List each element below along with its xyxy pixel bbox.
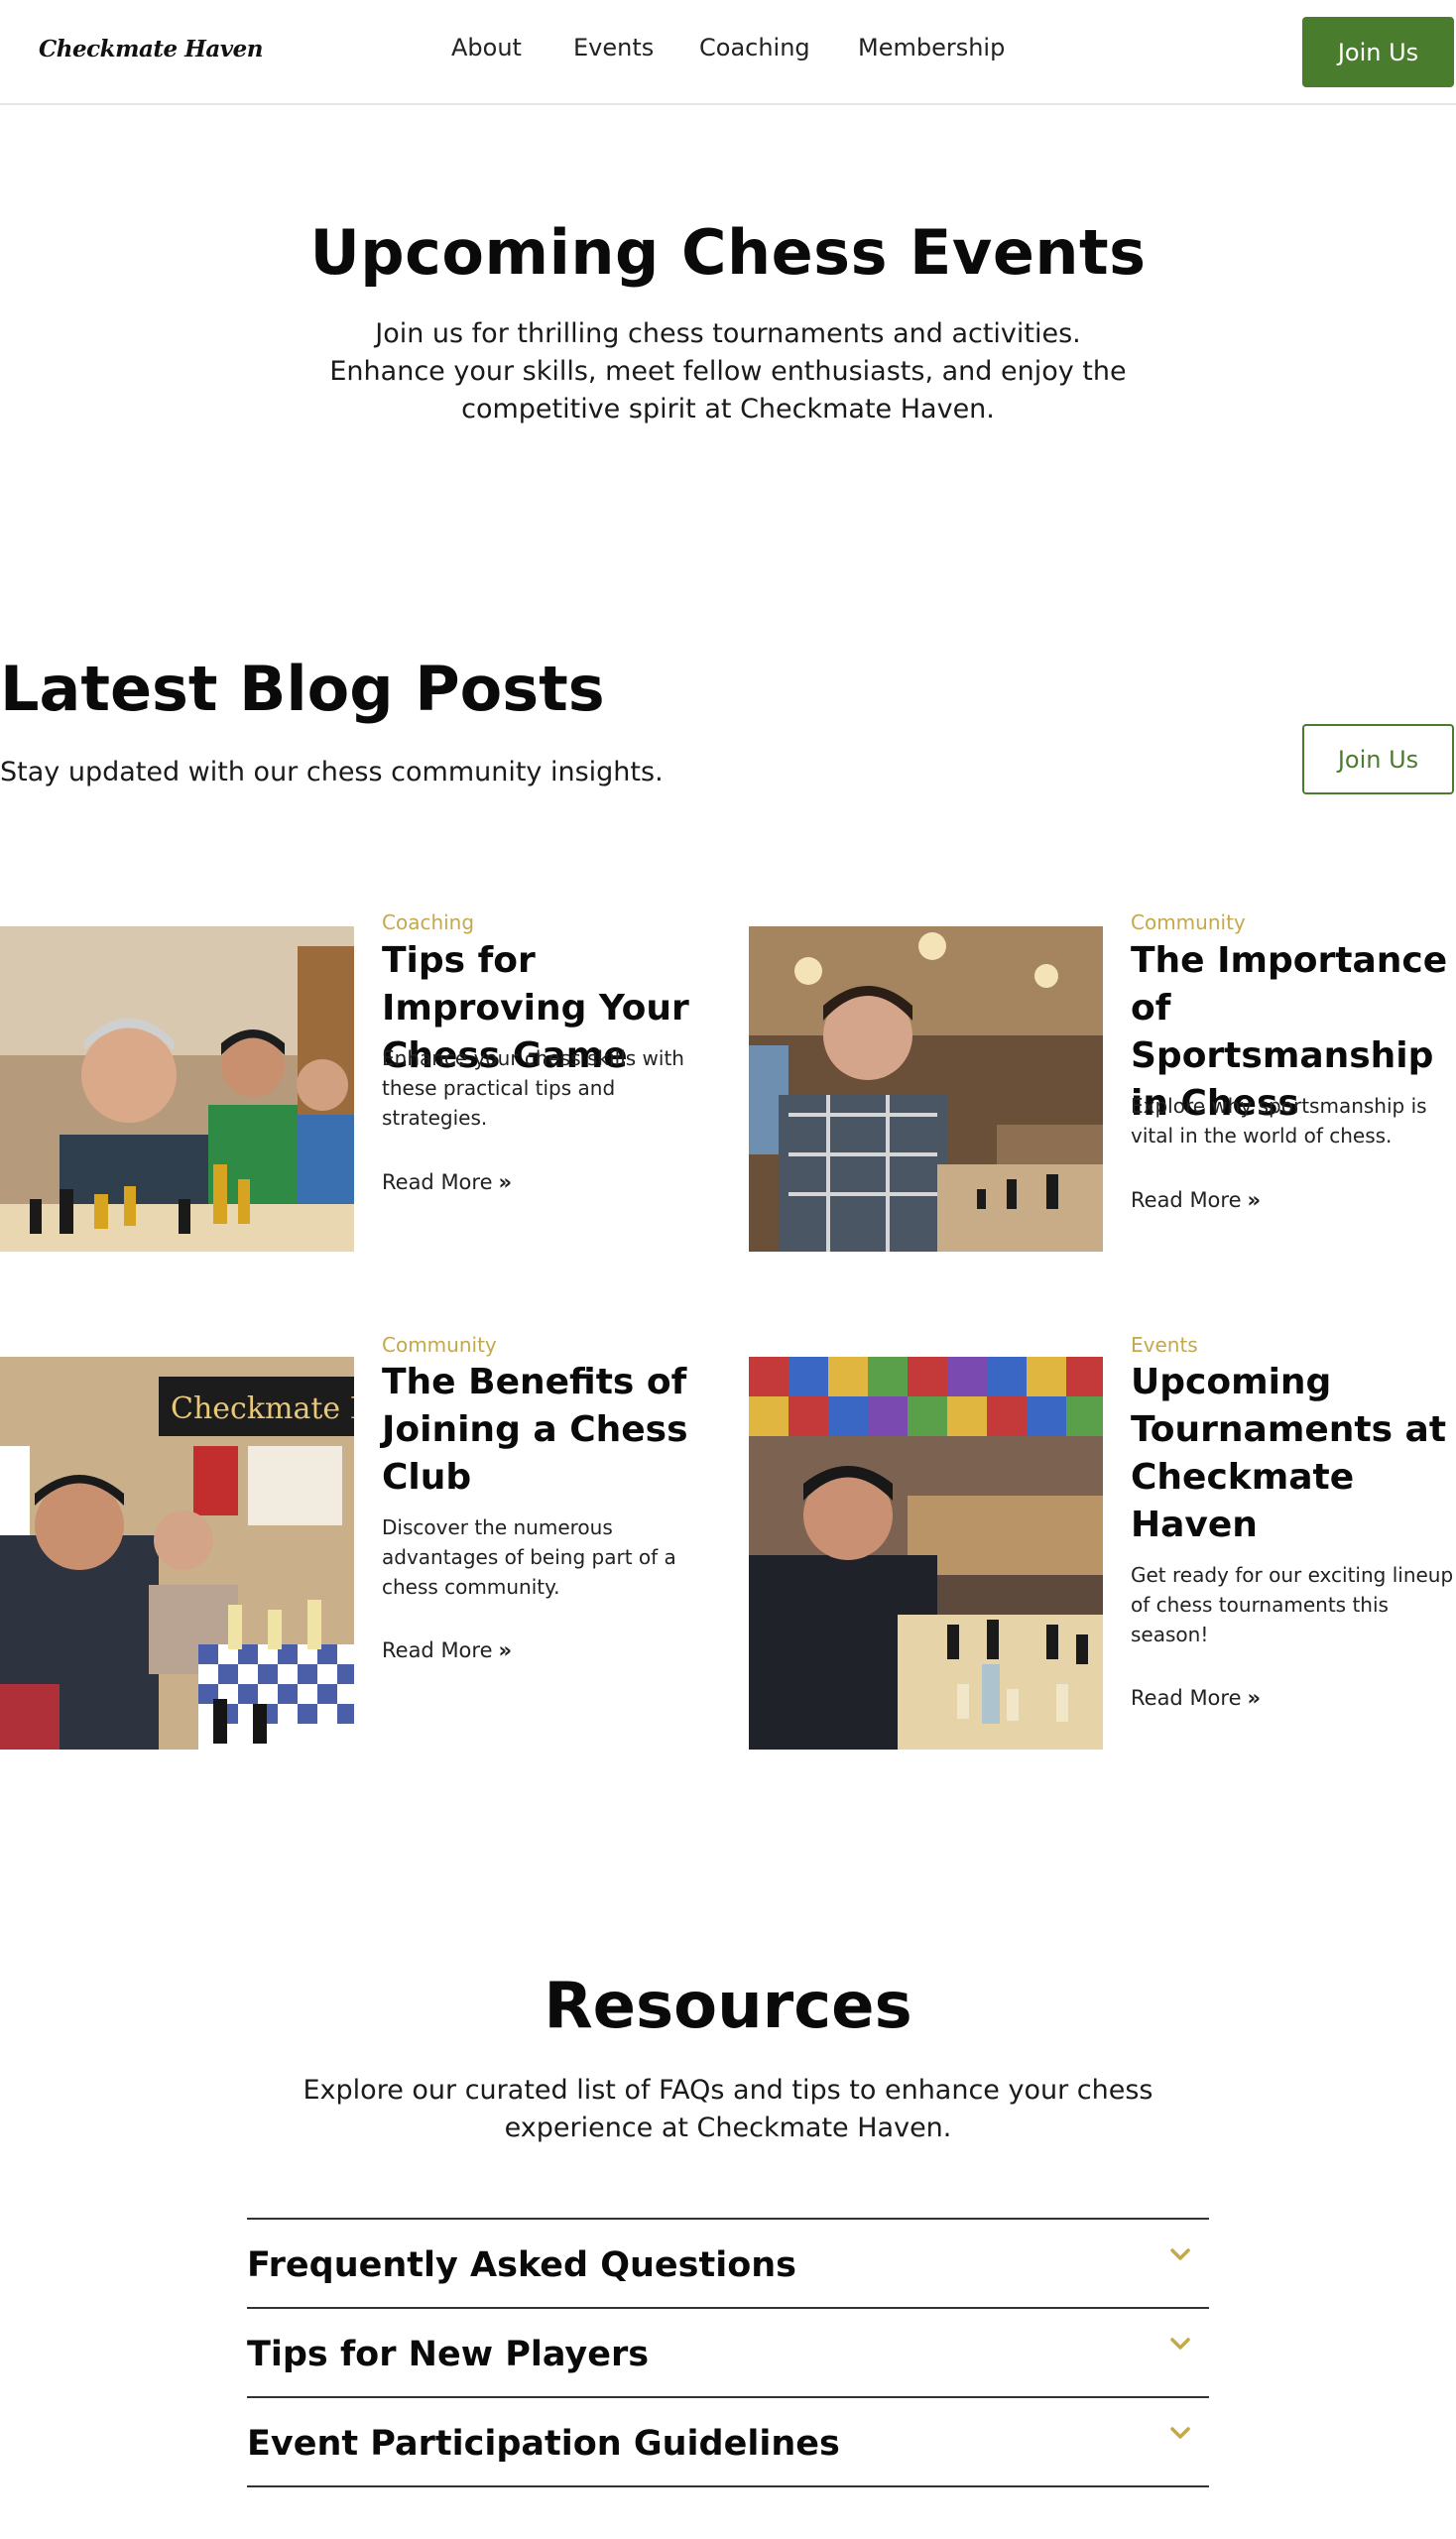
club-sign-text: Checkmate Ha — [171, 1391, 354, 1426]
blog-subtitle: Stay updated with our chess community in… — [0, 757, 664, 787]
sportsmanship-photo — [749, 926, 1103, 1252]
read-more-link[interactable]: Read More» — [382, 1170, 512, 1194]
chevron-down-icon — [1170, 2248, 1190, 2260]
header-join-button[interactable]: Join Us — [1302, 17, 1454, 87]
nav-coaching[interactable]: Coaching — [699, 34, 810, 61]
site-header: Checkmate Haven About Events Coaching Me… — [0, 0, 1456, 105]
blog-card-category[interactable]: Events — [1131, 1333, 1198, 1357]
chevron-down-icon — [1170, 2427, 1190, 2439]
double-chevron-right-icon: » — [498, 1638, 513, 1662]
blog-card-image-club[interactable]: Checkmate Ha — [0, 1357, 354, 1750]
resources-title: Resources — [544, 1970, 912, 2043]
blog-card-desc: Explore why sportsmanship is vital in th… — [1131, 1094, 1427, 1148]
resources-text: Explore our curated list of FAQs and tip… — [303, 2075, 1153, 2143]
club-photo: Checkmate Ha — [0, 1357, 354, 1750]
accordion-guidelines[interactable]: Event Participation Guidelines — [247, 2396, 1209, 2485]
read-more-label: Read More — [1131, 1188, 1242, 1212]
accordion-faq[interactable]: Frequently Asked Questions — [247, 2218, 1209, 2307]
blog-card-desc: Get ready for our exciting lineup of che… — [1131, 1563, 1454, 1646]
blog-title: Latest Blog Posts — [0, 653, 605, 725]
blog-card-category[interactable]: Community — [1131, 910, 1246, 934]
nav-about[interactable]: About — [451, 34, 522, 61]
read-more-label: Read More — [382, 1638, 493, 1662]
blog-card-desc: Enhance your chess skills with these pra… — [382, 1046, 684, 1130]
read-more-link[interactable]: Read More» — [1131, 1188, 1261, 1212]
blog-card-image-coaching[interactable] — [0, 926, 354, 1252]
accordion-tips[interactable]: Tips for New Players — [247, 2307, 1209, 2396]
blog-card-title[interactable]: The Benefits of Joining a Chess Club — [382, 1359, 709, 1502]
accordion-divider — [247, 2485, 1209, 2487]
read-more-label: Read More — [1131, 1686, 1242, 1710]
blog-card-desc: Discover the numerous advantages of bein… — [382, 1515, 676, 1599]
coaching-photo — [0, 926, 354, 1252]
read-more-label: Read More — [382, 1170, 493, 1194]
blog-card-category[interactable]: Coaching — [382, 910, 474, 934]
accordion-label: Frequently Asked Questions — [247, 2245, 797, 2285]
nav-events[interactable]: Events — [573, 34, 654, 61]
read-more-link[interactable]: Read More» — [382, 1638, 512, 1662]
double-chevron-right-icon: » — [498, 1170, 513, 1194]
nav-membership[interactable]: Membership — [858, 34, 1005, 61]
hero-text: Join us for thrilling chess tournaments … — [329, 318, 1127, 424]
accordion-label: Event Participation Guidelines — [247, 2424, 840, 2464]
hero-title: Upcoming Chess Events — [309, 216, 1147, 289]
double-chevron-right-icon: » — [1247, 1686, 1262, 1710]
blog-card-title[interactable]: Upcoming Tournaments at Checkmate Haven — [1131, 1359, 1456, 1549]
double-chevron-right-icon: » — [1247, 1188, 1262, 1212]
blog-card-category[interactable]: Community — [382, 1333, 497, 1357]
site-logo[interactable]: Checkmate Haven — [39, 36, 263, 62]
accordion-label: Tips for New Players — [247, 2335, 650, 2374]
chevron-down-icon — [1170, 2338, 1190, 2350]
blog-card-image-sportsmanship[interactable] — [749, 926, 1103, 1252]
tournament-photo — [749, 1357, 1103, 1750]
read-more-link[interactable]: Read More» — [1131, 1686, 1261, 1710]
blog-card-image-tournaments[interactable] — [749, 1357, 1103, 1750]
blog-join-button[interactable]: Join Us — [1302, 724, 1454, 794]
